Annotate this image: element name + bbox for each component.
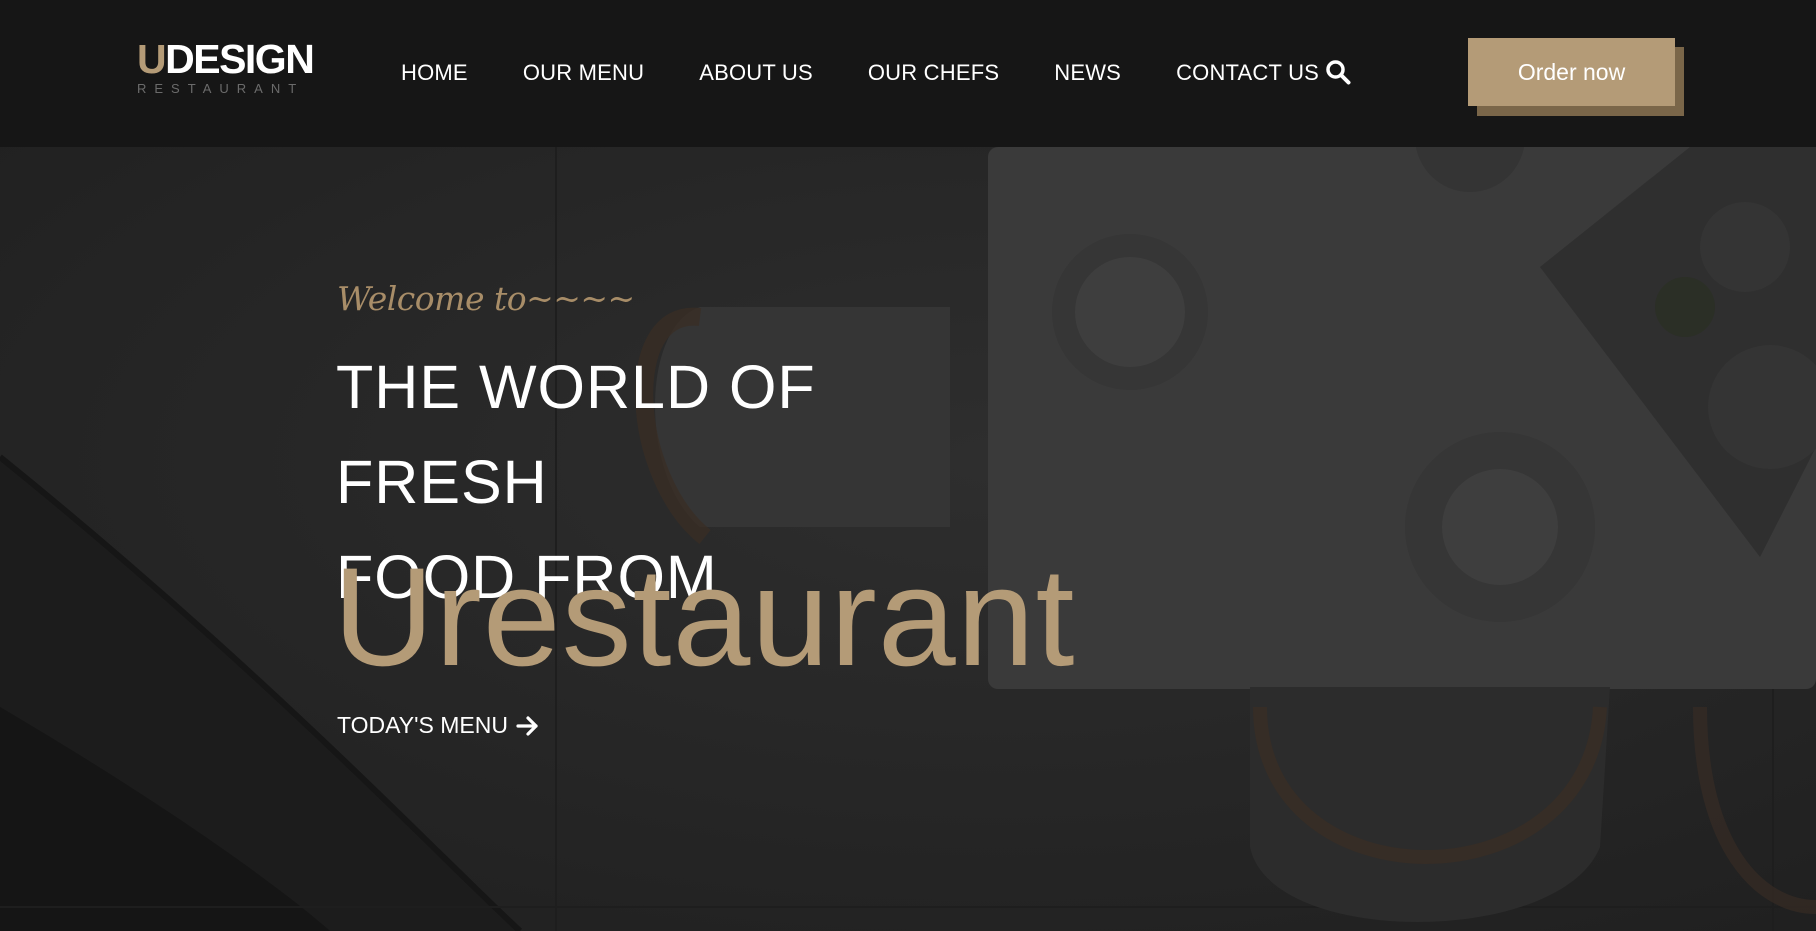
nav-contact-us[interactable]: CONTACT US (1176, 60, 1319, 86)
nav-our-menu[interactable]: OUR MENU (523, 60, 644, 86)
logo-subtitle: RESTAURANT (137, 81, 305, 96)
order-now-button[interactable]: Order now (1468, 38, 1675, 106)
todays-menu-label: TODAY'S MENU (337, 712, 508, 738)
welcome-tagline: Welcome to~~~~ (337, 279, 635, 318)
logo-accent-letter: U (137, 36, 167, 82)
headline-line-1: THE WORLD OF FRESH (336, 353, 816, 516)
main-nav: HOME OUR MENU ABOUT US OUR CHEFS NEWS CO… (401, 58, 1374, 88)
site-header: UDESIGN RESTAURANT HOME OUR MENU ABOUT U… (0, 0, 1816, 147)
todays-menu-link[interactable]: TODAY'S MENU (337, 712, 540, 739)
nav-about-us[interactable]: ABOUT US (699, 60, 813, 86)
search-icon[interactable] (1325, 59, 1351, 85)
arrow-right-icon (516, 715, 538, 736)
hero-section: Welcome to~~~~ THE WORLD OF FRESH FOOD F… (0, 147, 1816, 931)
nav-news[interactable]: NEWS (1054, 60, 1121, 86)
order-now-wrapper: Order now (1468, 38, 1684, 116)
nav-our-chefs[interactable]: OUR CHEFS (868, 60, 999, 86)
hero-brand-name: Urestaurant (333, 538, 1076, 695)
nav-home[interactable]: HOME (401, 60, 468, 86)
logo-wordmark: UDESIGN (137, 36, 315, 82)
logo[interactable]: UDESIGN RESTAURANT (137, 36, 315, 96)
logo-text: DESIGN (165, 36, 315, 82)
